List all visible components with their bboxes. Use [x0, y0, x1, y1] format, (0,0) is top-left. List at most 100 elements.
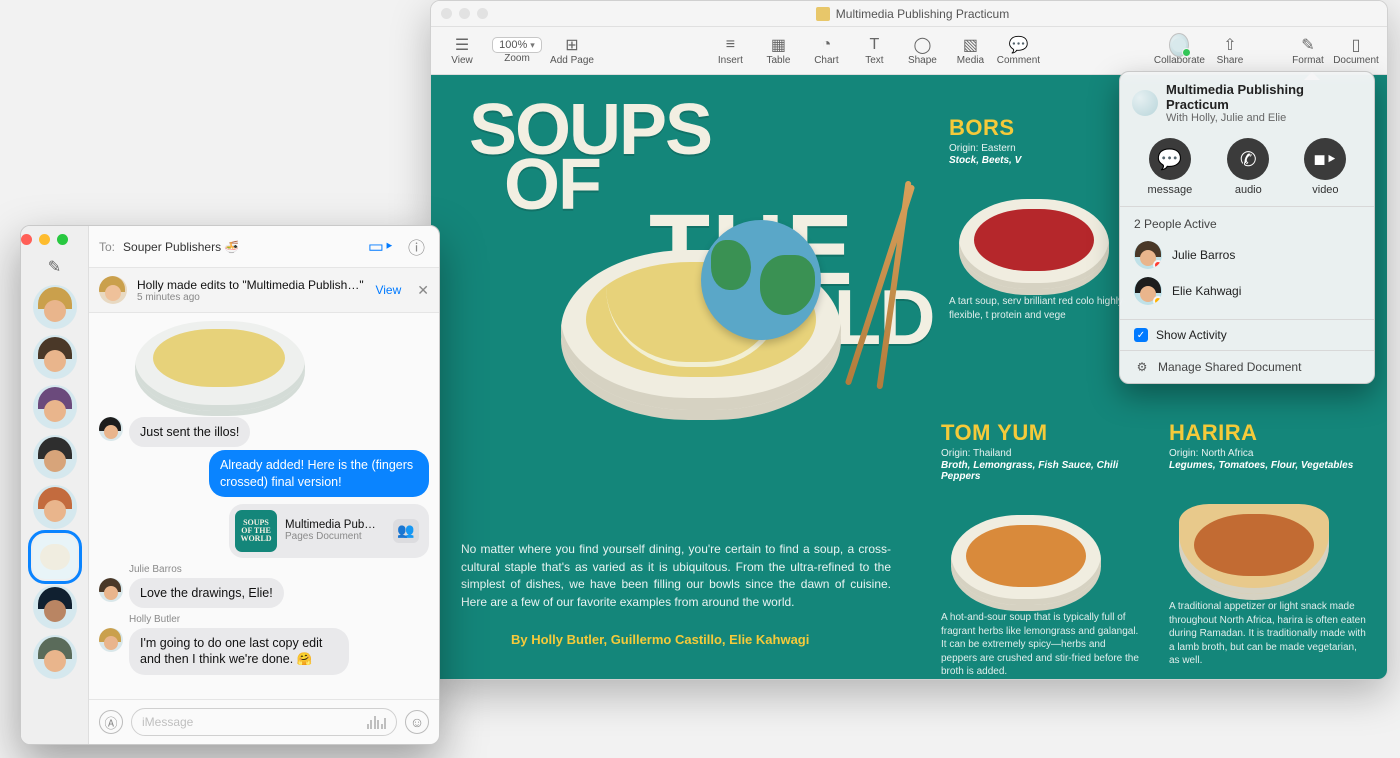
message-bubble[interactable]: I'm going to do one last copy edit and t…: [129, 628, 349, 675]
conversation-item[interactable]: [33, 435, 77, 479]
soup-group-avatar: [40, 544, 70, 570]
recipe-desc: A traditional appetizer or light snack m…: [1169, 600, 1369, 668]
people-gear-icon: ⚙︎: [1134, 359, 1150, 375]
message-out-attachment: SOUPSOF THEWORLD Multimedia Pub… Pages D…: [99, 500, 429, 558]
avatar: [99, 628, 123, 652]
conversation-item[interactable]: [33, 585, 77, 629]
to-label: To:: [99, 240, 115, 254]
message-in: Love the drawings, Elie!: [99, 578, 429, 608]
apps-button[interactable]: Ⓐ: [99, 710, 123, 734]
minimize-dot[interactable]: [39, 234, 50, 245]
audio-label: audio: [1235, 184, 1262, 196]
message-thread[interactable]: Just sent the illos! Already added! Here…: [89, 313, 439, 699]
recipe-illustration: [941, 490, 1111, 605]
view-tool[interactable]: ☰ View: [439, 29, 485, 73]
emoji-button[interactable]: ☺: [405, 710, 429, 734]
text-tool[interactable]: T Text: [851, 29, 897, 73]
message-input[interactable]: iMessage: [131, 708, 397, 736]
media-tool[interactable]: ▧ Media: [947, 29, 993, 73]
phone-icon: ✆: [1227, 138, 1269, 180]
recipe-ingredients: Legumes, Tomatoes, Flour, Vegetables: [1169, 460, 1369, 471]
recipe-origin: Origin: Thailand: [941, 448, 1141, 459]
details-icon[interactable]: ⓘ: [404, 234, 429, 259]
sender-label: Holly Butler: [129, 614, 429, 625]
audio-action[interactable]: ✆ audio: [1227, 138, 1269, 196]
checkbox-checked-icon[interactable]: ✓: [1134, 328, 1148, 342]
byline: By Holly Butler, Guillermo Castillo, Eli…: [511, 632, 809, 647]
pages-titlebar[interactable]: Multimedia Publishing Practicum: [431, 1, 1387, 27]
table-tool[interactable]: ▦ Table: [755, 29, 801, 73]
recipe-title: HARIRA: [1169, 420, 1369, 446]
conversation-name[interactable]: Souper Publishers 🍜: [123, 240, 239, 254]
conversation-item[interactable]: [33, 335, 77, 379]
comment-tool[interactable]: 💬 Comment: [995, 29, 1041, 73]
conversation-item[interactable]: [33, 285, 77, 329]
table-icon: ▦: [768, 35, 788, 55]
message-out: Already added! Here is the (fingers cros…: [99, 450, 429, 497]
facetime-icon[interactable]: ▭‣: [364, 237, 398, 257]
messages-main: To: Souper Publishers 🍜 ▭‣ ⓘ Holly made …: [89, 226, 439, 744]
popover-header: Multimedia Publishing Practicum With Hol…: [1120, 72, 1374, 132]
message-icon: 💬: [1149, 138, 1191, 180]
banner-view-button[interactable]: View: [375, 283, 401, 297]
video-action[interactable]: ■‣ video: [1304, 138, 1346, 196]
active-person[interactable]: Julie Barros: [1134, 237, 1360, 273]
zoom-tool[interactable]: 100% ▾ Zoom: [487, 29, 547, 73]
popover-title: Multimedia Publishing Practicum: [1166, 82, 1362, 112]
incoming-image-attachment[interactable]: [125, 321, 325, 411]
view-icon: ☰: [452, 35, 472, 55]
conversation-item[interactable]: [33, 385, 77, 429]
zoom-dot[interactable]: [57, 234, 68, 245]
close-dot[interactable]: [441, 8, 452, 19]
message-input-bar: Ⓐ iMessage ☺: [89, 699, 439, 744]
messages-header: To: Souper Publishers 🍜 ▭‣ ⓘ: [89, 226, 439, 268]
banner-time: 5 minutes ago: [137, 292, 365, 303]
pages-traffic-lights[interactable]: [441, 8, 488, 19]
manage-shared-row[interactable]: ⚙︎ Manage Shared Document: [1120, 350, 1374, 383]
zoom-dropdown[interactable]: 100% ▾: [492, 37, 542, 53]
banner-close-icon[interactable]: ✕: [417, 282, 429, 299]
conversation-item[interactable]: [33, 485, 77, 529]
active-person[interactable]: Elie Kahwagi: [1134, 273, 1360, 309]
add-page-tool[interactable]: ⊞ Add Page: [549, 29, 595, 73]
media-label: Media: [957, 55, 984, 66]
compose-button[interactable]: ✎: [43, 255, 67, 279]
view-label: View: [451, 55, 473, 66]
collaborate-tool[interactable]: Collaborate: [1154, 29, 1205, 73]
pages-title-text: Multimedia Publishing Practicum: [836, 7, 1009, 21]
document-tool[interactable]: ▯ Document: [1333, 29, 1379, 73]
media-icon: ▧: [960, 35, 980, 55]
zoom-label: Zoom: [504, 53, 530, 64]
conversation-item[interactable]: [33, 635, 77, 679]
recipe-illustration: [949, 174, 1119, 289]
message-action[interactable]: 💬 message: [1148, 138, 1193, 196]
chart-tool[interactable]: ◔ Chart: [803, 29, 849, 73]
avatar: [99, 578, 123, 602]
zoom-value: 100%: [499, 39, 527, 51]
conversation-item-selected[interactable]: [33, 535, 77, 579]
show-activity-label: Show Activity: [1156, 328, 1227, 342]
popover-subtitle: With Holly, Julie and Elie: [1166, 112, 1362, 124]
insert-tool[interactable]: ≡ Insert: [707, 29, 753, 73]
collaborate-icon: [1169, 35, 1189, 55]
zoom-dot[interactable]: [477, 8, 488, 19]
recipe-ingredients: Broth, Lemongrass, Fish Sauce, Chili Pep…: [941, 460, 1141, 482]
messages-traffic-lights[interactable]: [21, 234, 68, 245]
message-bubble[interactable]: Just sent the illos!: [129, 417, 250, 447]
attachment-subtitle: Pages Document: [285, 531, 376, 542]
message-bubble[interactable]: Already added! Here is the (fingers cros…: [209, 450, 429, 497]
format-icon: ✎: [1298, 35, 1318, 55]
show-activity-row[interactable]: ✓ Show Activity: [1120, 319, 1374, 350]
close-dot[interactable]: [21, 234, 32, 245]
pages-attachment[interactable]: SOUPSOF THEWORLD Multimedia Pub… Pages D…: [229, 504, 429, 558]
message-bubble[interactable]: Love the drawings, Elie!: [129, 578, 284, 608]
comment-label: Comment: [997, 55, 1040, 66]
shape-tool[interactable]: ◯ Shape: [899, 29, 945, 73]
audio-record-icon[interactable]: [367, 716, 387, 729]
sender-label: Julie Barros: [129, 564, 429, 575]
minimize-dot[interactable]: [459, 8, 470, 19]
shape-icon: ◯: [912, 35, 932, 55]
share-tool[interactable]: ⇧ Share: [1207, 29, 1253, 73]
chevron-down-icon: ▾: [530, 40, 535, 51]
collaboration-badge-icon[interactable]: 👥: [393, 519, 419, 543]
